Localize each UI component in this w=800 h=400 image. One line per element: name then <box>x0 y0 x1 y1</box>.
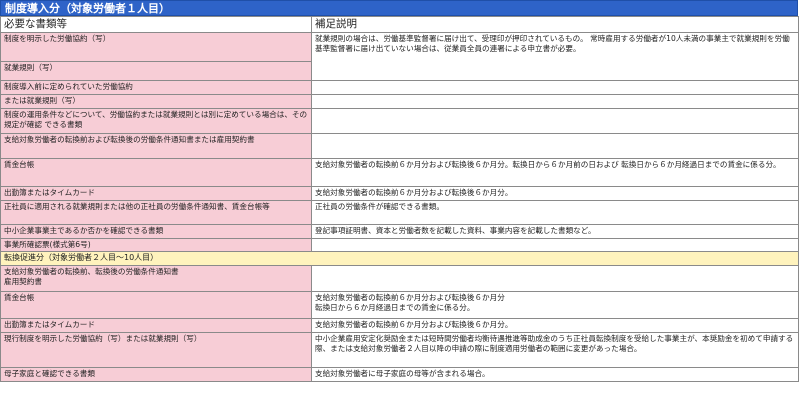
table-row: または就業規則（写） <box>0 94 799 109</box>
required-document-cell: 支給対象労働者の転換前、転換後の労働条件通知書 雇用契約書 <box>0 265 312 292</box>
required-document-cell: 正社員に適用される就業規則または他の正社員の労働条件通知書、賃金台帳等 <box>0 200 312 225</box>
table-row: 支給対象労働者の転換前、転換後の労働条件通知書 雇用契約書 <box>0 265 799 292</box>
note-cell <box>311 265 799 292</box>
requirements-table: 必要な書類等 補足説明 制度を明示した労働協約（写） 就業規則の場合は、労働基準監… <box>0 16 799 382</box>
table-row: 出勤簿またはタイムカード 支給対象労働者の転換前６か月分および転換後６か月分。 <box>0 186 799 201</box>
note-cell: 支給対象労働者に母子家庭の母等が含まれる場合。 <box>311 367 799 382</box>
required-document-cell: 制度を明示した労働協約（写） <box>0 32 312 62</box>
required-document-cell: 事業所確認票(様式第6号) <box>0 238 312 252</box>
table-row: 制度を明示した労働協約（写） 就業規則の場合は、労働基準監督署に届け出て、受理印が… <box>0 32 799 81</box>
notes-header: 補足説明 <box>311 16 799 33</box>
documents-header: 必要な書類等 <box>0 16 312 33</box>
note-cell <box>311 238 799 252</box>
required-document-cell: または就業規則（写） <box>0 94 312 109</box>
note-cell <box>311 94 799 109</box>
sheet-title: 制度導入分（対象労働者１人目） <box>0 0 798 16</box>
table-row: 事業所確認票(様式第6号) <box>0 238 799 252</box>
note-cell: 支給対象労働者の転換前６か月分および転換後６か月分。転換日から６か月前の日および… <box>311 158 799 187</box>
required-document-cell: 賃金台帳 <box>0 291 312 319</box>
document-sheet: 制度導入分（対象労働者１人目） 必要な書類等 補足説明 制度を明示した労働協約（… <box>0 0 800 400</box>
section-label: 転換促進分（対象労働者２人目〜10人目） <box>0 251 799 266</box>
header-row: 必要な書類等 補足説明 <box>0 16 799 33</box>
table-row: 正社員に適用される就業規則または他の正社員の労働条件通知書、賃金台帳等 正社員の労… <box>0 200 799 225</box>
table-row: 出勤簿またはタイムカード 支給対象労働者の転換前６か月分および転換後６か月分。 <box>0 318 799 333</box>
required-document-cell: 母子家庭と確認できる書類 <box>0 367 312 382</box>
required-document-cell: 中小企業事業主であるか否かを確認できる書類 <box>0 224 312 239</box>
required-document-cell: 現行制度を明示した労働協約（写）または就業規則（写） <box>0 332 312 368</box>
note-cell <box>311 133 799 159</box>
table-row: 現行制度を明示した労働協約（写）または就業規則（写） 中小企業雇用安定化奨励金また… <box>0 332 799 368</box>
note-cell: 支給対象労働者の転換前６か月分および転換後６か月分。 <box>311 186 799 201</box>
table-row: 制度導入前に定められていた労働協約 <box>0 80 799 95</box>
note-cell: 中小企業雇用安定化奨励金または短時間労働者均衡待遇推進等助成金のうち正社員転換制… <box>311 332 799 368</box>
note-cell: 登記事項証明書、資本と労働者数を記載した資料、事業内容を記載した書類など。 <box>311 224 799 239</box>
note-cell: 支給対象労働者の転換前６か月分および転換後６か月分 転換日から６か月経過日までの… <box>311 291 799 319</box>
table-row: 母子家庭と確認できる書類 支給対象労働者に母子家庭の母等が含まれる場合。 <box>0 367 799 382</box>
note-cell: 正社員の労働条件が確認できる書類。 <box>311 200 799 225</box>
table-row: 制度の運用条件などについて、労働協約または就業規則とは別に定めている場合は、その… <box>0 108 799 134</box>
note-cell: 支給対象労働者の転換前６か月分および転換後６か月分。 <box>311 318 799 333</box>
required-document-cell: 就業規則（写） <box>0 61 312 81</box>
required-document-cell: 支給対象労働者の転換前および転換後の労働条件通知書または雇用契約書 <box>0 133 312 159</box>
required-document-cell: 出勤簿またはタイムカード <box>0 186 312 201</box>
required-document-cell: 制度の運用条件などについて、労働協約または就業規則とは別に定めている場合は、その… <box>0 108 312 134</box>
required-document-cell: 賃金台帳 <box>0 158 312 187</box>
note-cell: 就業規則の場合は、労働基準監督署に届け出て、受理印が押印されているもの。 常時雇… <box>311 32 799 81</box>
note-cell <box>311 80 799 95</box>
table-row: 賃金台帳 支給対象労働者の転換前６か月分および転換後６か月分 転換日から６か月経過… <box>0 291 799 319</box>
table-row: 中小企業事業主であるか否かを確認できる書類 登記事項証明書、資本と労働者数を記載し… <box>0 224 799 239</box>
required-document-cell: 制度導入前に定められていた労働協約 <box>0 80 312 95</box>
table-row: 支給対象労働者の転換前および転換後の労働条件通知書または雇用契約書 <box>0 133 799 159</box>
table-row: 賃金台帳 支給対象労働者の転換前６か月分および転換後６か月分。転換日から６か月前の… <box>0 158 799 187</box>
section-row: 転換促進分（対象労働者２人目〜10人目） <box>0 251 799 266</box>
required-document-cell: 出勤簿またはタイムカード <box>0 318 312 333</box>
note-cell <box>311 108 799 134</box>
